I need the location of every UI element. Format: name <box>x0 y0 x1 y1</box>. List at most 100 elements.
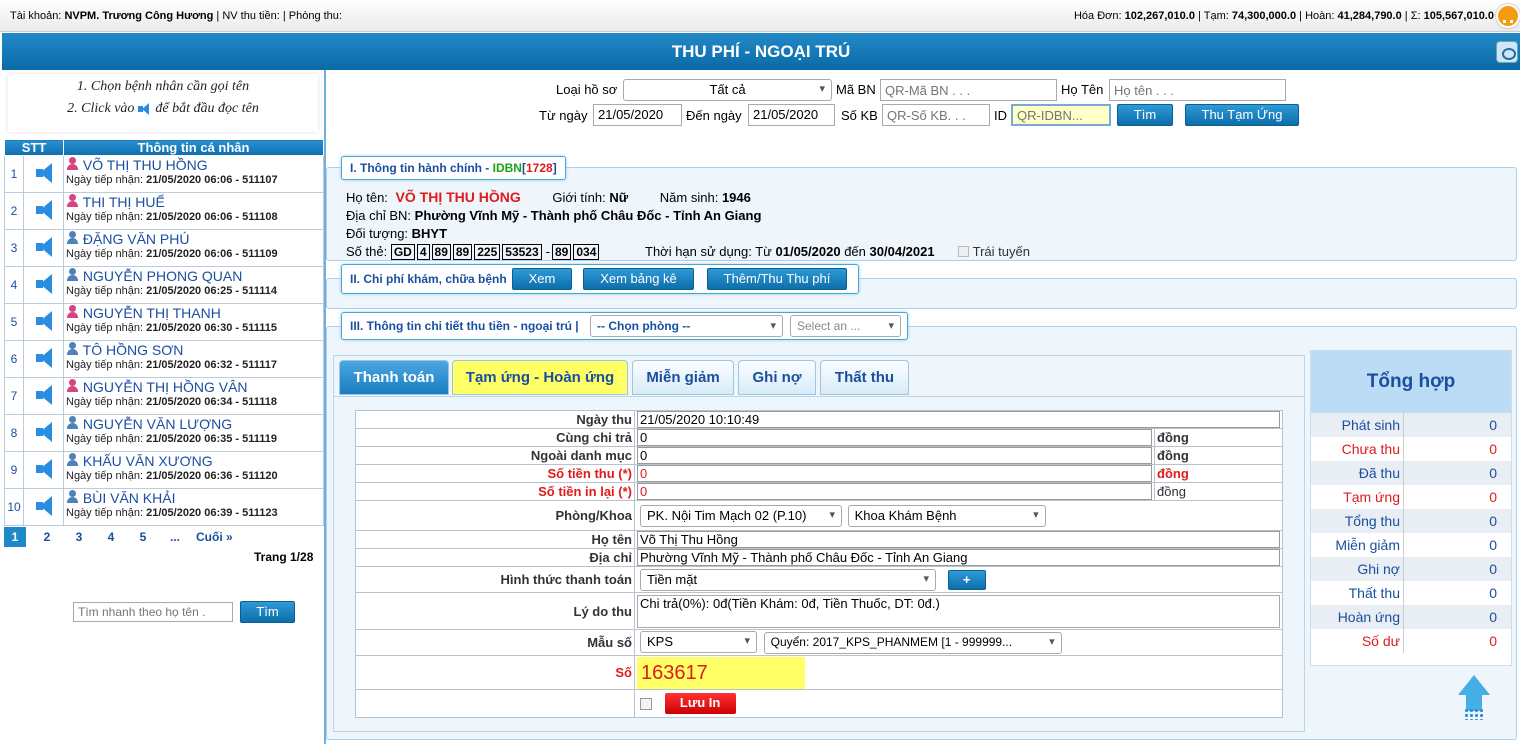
patient-name[interactable]: NGUYỄN VĂN LƯỢNG <box>64 415 323 433</box>
mabn-input[interactable] <box>880 79 1057 101</box>
amount-input[interactable]: 0 <box>637 465 1152 482</box>
patient-name[interactable]: TÔ HỒNG SƠN <box>64 341 323 359</box>
table-row[interactable]: 8 NGUYỄN VĂN LƯỢNG Ngày tiếp nhận: 21/05/… <box>4 414 324 452</box>
number-input[interactable]: 163617 <box>637 656 805 689</box>
tab-discount[interactable]: Miễn giảm <box>632 360 734 395</box>
page-4[interactable]: 4 <box>100 527 122 547</box>
speaker-button[interactable] <box>23 266 64 304</box>
page-info: Trang 1/28 <box>254 550 314 564</box>
patient-received: Ngày tiếp nhận: 21/05/2020 06:06 - 51110… <box>64 174 323 186</box>
tab-debt[interactable]: Ghi nợ <box>738 360 816 395</box>
patient-name[interactable]: VÕ THỊ THU HỒNG <box>64 156 323 174</box>
row-stt: 9 <box>4 451 24 489</box>
room-dept-select[interactable]: PK. Nội Tim Mạch 02 (P.10) <box>640 504 842 527</box>
view-list-button[interactable]: Xem bảng kê <box>583 268 694 290</box>
tab-loss[interactable]: Thất thu <box>820 360 909 395</box>
patient-info-cell[interactable]: ĐẶNG VĂN PHÚ Ngày tiếp nhận: 21/05/2020 0… <box>63 229 324 267</box>
patient-info-cell[interactable]: NGUYỄN VĂN LƯỢNG Ngày tiếp nhận: 21/05/20… <box>63 414 324 452</box>
record-type-label: Loại hồ sơ <box>556 82 618 97</box>
quick-search-input[interactable] <box>73 602 233 622</box>
advance-button[interactable]: Thu Tạm Ứng <box>1185 104 1299 126</box>
sokb-input[interactable] <box>882 104 990 126</box>
remain-input[interactable]: 0 <box>637 483 1152 500</box>
room-select[interactable]: -- Chọn phòng -- <box>590 315 783 337</box>
speaker-button[interactable] <box>23 229 64 267</box>
tab-advance-refund[interactable]: Tạm ứng - Hoàn ứng <box>452 360 628 395</box>
patient-received: Ngày tiếp nhận: 21/05/2020 06:35 - 51111… <box>64 433 323 445</box>
chat-icon[interactable] <box>1496 4 1520 28</box>
template-select[interactable]: KPS <box>640 631 757 653</box>
speaker-button[interactable] <box>23 488 64 526</box>
speaker-button[interactable] <box>23 340 64 378</box>
add-fee-button[interactable]: Thêm/Thu Thu phí <box>707 268 847 290</box>
method-select[interactable]: Tiền mặt <box>640 568 936 591</box>
name-filter-label: Họ Tên <box>1061 82 1104 97</box>
form-name-input[interactable]: Võ Thị Thu Hồng <box>637 531 1280 548</box>
refund-label: | Hoàn: <box>1299 10 1335 22</box>
camera-icon[interactable] <box>1496 41 1518 63</box>
print-checkbox[interactable] <box>640 697 652 710</box>
to-date-input[interactable]: 21/05/2020 <box>748 104 835 126</box>
record-type-select[interactable]: Tất cả <box>623 79 832 101</box>
page-last[interactable]: Cuối » <box>196 527 233 547</box>
copay-unit: đồng <box>1154 428 1283 447</box>
id-input[interactable] <box>1011 104 1111 126</box>
table-row[interactable]: 3 ĐẶNG VĂN PHÚ Ngày tiếp nhận: 21/05/2020… <box>4 229 324 267</box>
dept-select[interactable]: Khoa Khám Bệnh <box>847 504 1046 527</box>
an-select[interactable]: Select an ... <box>790 315 901 337</box>
speaker-button[interactable] <box>23 414 64 452</box>
view-button[interactable]: Xem <box>512 268 572 290</box>
form-address-input[interactable]: Phường Vĩnh Mỹ - Thành phố Châu Đốc - Tỉ… <box>637 549 1280 566</box>
table-row[interactable]: 4 NGUYỄN PHONG QUAN Ngày tiếp nhận: 21/05… <box>4 266 324 304</box>
patient-name[interactable]: NGUYỄN THỊ HỒNG VÂN <box>64 378 323 396</box>
patient-name[interactable]: NGUYỄN PHONG QUAN <box>64 267 323 285</box>
table-row[interactable]: 7 NGUYỄN THỊ HỒNG VÂN Ngày tiếp nhận: 21/… <box>4 377 324 415</box>
patient-info-cell[interactable]: BÙI VĂN KHẢI Ngày tiếp nhận: 21/05/2020 0… <box>63 488 324 526</box>
speaker-button[interactable] <box>23 451 64 489</box>
page-ellipsis[interactable]: ... <box>164 527 186 547</box>
from-date-input[interactable]: 21/05/2020 <box>593 104 682 126</box>
search-button[interactable]: Tìm <box>1117 104 1173 126</box>
table-row[interactable]: 1 VÕ THỊ THU HỒNG Ngày tiếp nhận: 21/05/2… <box>4 155 324 193</box>
row-stt: 5 <box>4 303 24 341</box>
reason-textarea[interactable]: Chi trả(0%): 0đ(Tiền Khám: 0đ, Tiền Thuố… <box>637 594 1280 628</box>
table-row[interactable]: 6 TÔ HỒNG SƠN Ngày tiếp nhận: 21/05/2020 … <box>4 340 324 378</box>
tab-payment[interactable]: Thanh toán <box>339 360 449 395</box>
patient-name[interactable]: ĐẶNG VĂN PHÚ <box>64 230 323 248</box>
table-row[interactable]: 2 THI THỊ HUẾ Ngày tiếp nhận: 21/05/2020 … <box>4 192 324 230</box>
book-select[interactable]: Quyển: 2017_KPS_PHANMEM [1 - 999999... <box>763 632 1062 654</box>
speaker-button[interactable] <box>23 155 64 193</box>
address-value: Phường Vĩnh Mỹ - Thành phố Châu Đốc - Tỉ… <box>414 208 762 223</box>
quick-search-button[interactable]: Tìm <box>240 601 295 623</box>
date-input[interactable]: 21/05/2020 10:10:49 <box>637 411 1280 428</box>
patient-info-cell[interactable]: NGUYỄN PHONG QUAN Ngày tiếp nhận: 21/05/2… <box>63 266 324 304</box>
outside-input[interactable]: 0 <box>637 447 1152 464</box>
copay-input[interactable]: 0 <box>637 429 1152 446</box>
table-row[interactable]: 9 KHẤU VĂN XƯƠNG Ngày tiếp nhận: 21/05/20… <box>4 451 324 489</box>
patient-info-cell[interactable]: NGUYỄN THỊ HỒNG VÂN Ngày tiếp nhận: 21/05… <box>63 377 324 415</box>
page-5[interactable]: 5 <box>132 527 154 547</box>
table-row[interactable]: 5 NGUYỄN THỊ THANH Ngày tiếp nhận: 21/05/… <box>4 303 324 341</box>
add-method-button[interactable]: + <box>947 569 986 590</box>
offline-checkbox[interactable] <box>958 246 970 257</box>
page-1[interactable]: 1 <box>4 527 26 547</box>
speaker-button[interactable] <box>23 303 64 341</box>
patient-name[interactable]: BÙI VĂN KHẢI <box>64 489 323 507</box>
patient-name[interactable]: KHẤU VĂN XƯƠNG <box>64 452 323 470</box>
table-row[interactable]: 10 BÙI VĂN KHẢI Ngày tiếp nhận: 21/05/202… <box>4 488 324 526</box>
page-2[interactable]: 2 <box>36 527 58 547</box>
person-icon <box>66 157 79 171</box>
speaker-button[interactable] <box>23 377 64 415</box>
patient-name[interactable]: THI THỊ HUẾ <box>64 193 323 211</box>
patient-info-cell[interactable]: KHẤU VĂN XƯƠNG Ngày tiếp nhận: 21/05/2020… <box>63 451 324 489</box>
patient-info-cell[interactable]: THI THỊ HUẾ Ngày tiếp nhận: 21/05/2020 06… <box>63 192 324 230</box>
patient-info-cell[interactable]: NGUYỄN THỊ THANH Ngày tiếp nhận: 21/05/20… <box>63 303 324 341</box>
speaker-icon <box>34 199 54 220</box>
page-3[interactable]: 3 <box>68 527 90 547</box>
name-filter-input[interactable] <box>1109 79 1286 101</box>
save-print-button[interactable]: Lưu In <box>664 693 736 714</box>
patient-info-cell[interactable]: VÕ THỊ THU HỒNG Ngày tiếp nhận: 21/05/202… <box>63 155 324 193</box>
patient-info-cell[interactable]: TÔ HỒNG SƠN Ngày tiếp nhận: 21/05/2020 06… <box>63 340 324 378</box>
patient-name[interactable]: NGUYỄN THỊ THANH <box>64 304 323 322</box>
speaker-button[interactable] <box>23 192 64 230</box>
